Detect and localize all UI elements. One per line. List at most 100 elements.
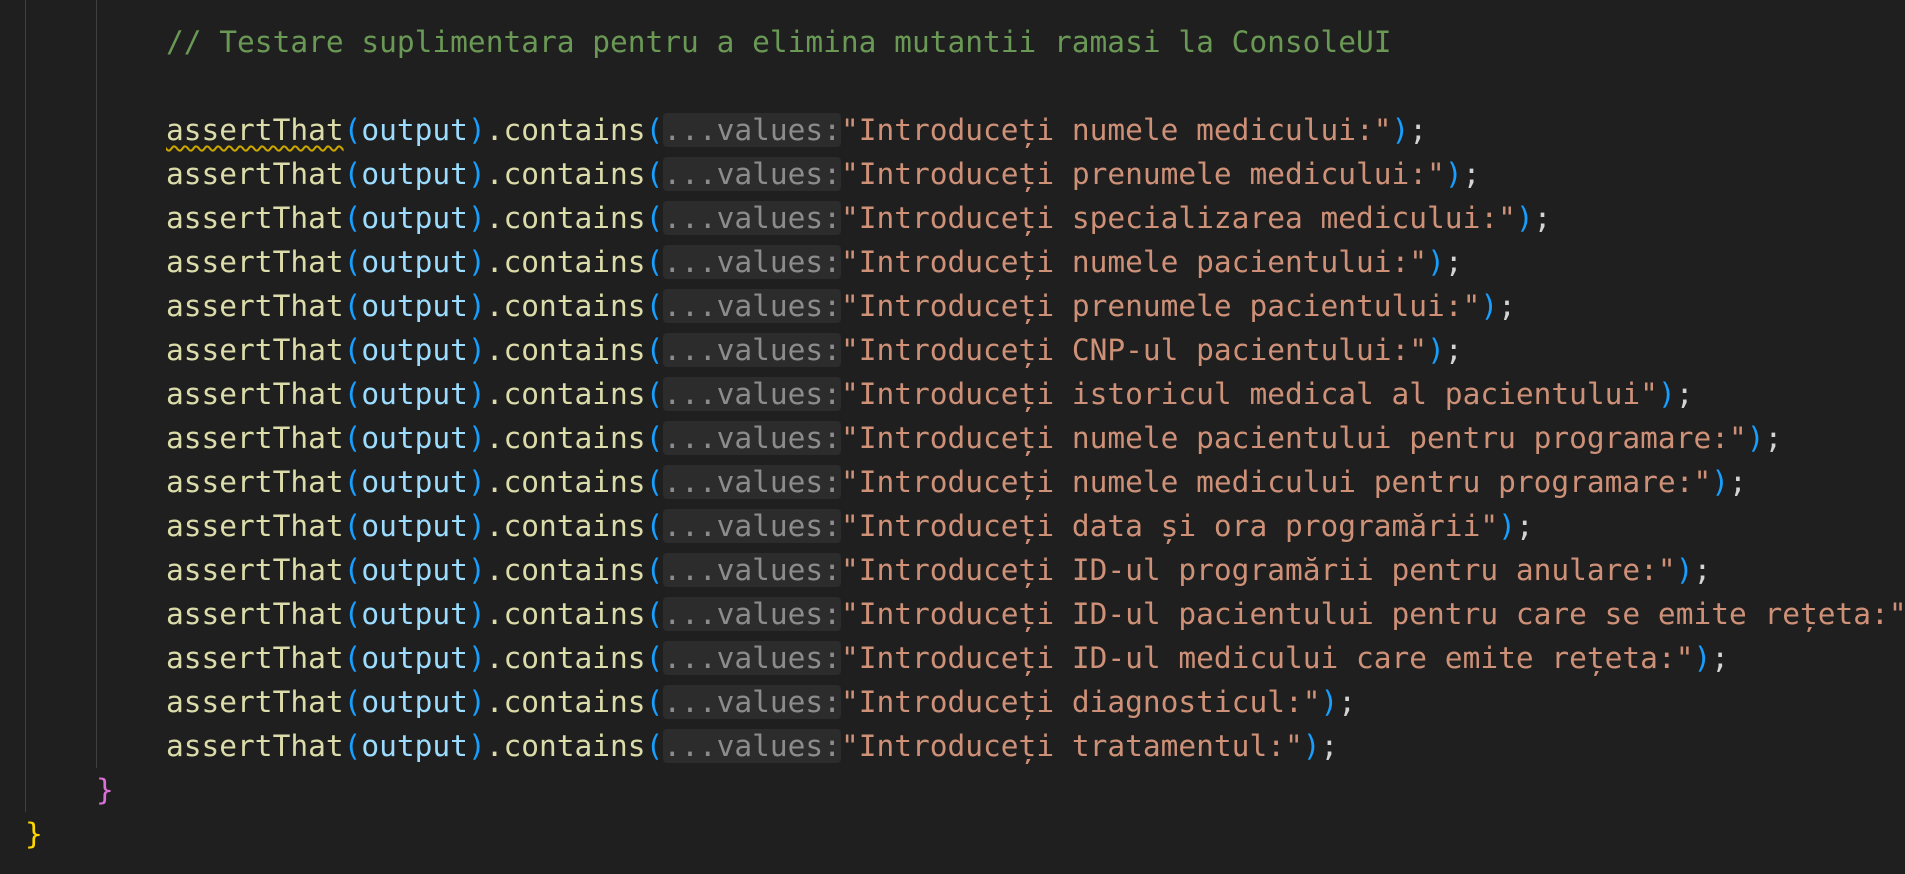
assert-function-name: assertThat <box>166 157 344 191</box>
inlay-parameter-hint: ...values: <box>663 421 841 455</box>
output-variable: output <box>361 729 468 763</box>
open-paren: ( <box>645 201 664 235</box>
contains-method: .contains <box>485 729 646 763</box>
open-paren: ( <box>343 597 362 631</box>
code-line-assert: assertThat(output).contains(...values:"I… <box>166 504 1534 548</box>
open-paren: ( <box>343 377 362 411</box>
code-line-assert: assertThat(output).contains(...values:"I… <box>166 328 1463 372</box>
inlay-parameter-hint: ...values: <box>663 157 841 191</box>
code-line-assert: assertThat(output).contains(...values:"I… <box>166 548 1711 592</box>
semicolon: ; <box>1728 465 1747 499</box>
closing-brace-class: } <box>25 817 43 851</box>
semicolon: ; <box>1320 729 1339 763</box>
close-paren: ) <box>467 289 486 323</box>
assert-function-name: assertThat <box>166 553 344 587</box>
output-variable: output <box>361 641 468 675</box>
open-paren: ( <box>343 641 362 675</box>
close-paren: ) <box>1320 685 1339 719</box>
semicolon: ; <box>1338 685 1357 719</box>
inlay-parameter-hint: ...values: <box>663 597 841 631</box>
inlay-parameter-hint: ...values: <box>663 113 841 147</box>
semicolon: ; <box>1693 553 1712 587</box>
inlay-parameter-hint: ...values: <box>663 553 841 587</box>
open-paren: ( <box>645 509 664 543</box>
assert-function-name: assertThat <box>166 597 344 631</box>
open-paren: ( <box>645 157 664 191</box>
code-editor[interactable]: // Testare suplimentara pentru a elimina… <box>0 0 1905 874</box>
inlay-parameter-hint: ...values: <box>663 289 841 323</box>
contains-method: .contains <box>485 509 646 543</box>
inlay-parameter-hint: ...values: <box>663 685 841 719</box>
open-paren: ( <box>343 421 362 455</box>
open-paren: ( <box>645 641 664 675</box>
close-paren: ) <box>467 421 486 455</box>
contains-method: .contains <box>485 685 646 719</box>
close-paren: ) <box>1693 641 1712 675</box>
assert-function-name: assertThat <box>166 641 344 675</box>
output-variable: output <box>361 421 468 455</box>
inlay-parameter-hint: ...values: <box>663 377 841 411</box>
open-paren: ( <box>343 465 362 499</box>
open-paren: ( <box>645 377 664 411</box>
code-line-assert: assertThat(output).contains(...values:"I… <box>166 592 1905 636</box>
close-paren: ) <box>1480 289 1499 323</box>
string-literal: "Introduceți data și ora programării" <box>840 509 1499 543</box>
open-paren: ( <box>645 597 664 631</box>
contains-method: .contains <box>485 553 646 587</box>
semicolon: ; <box>1533 201 1552 235</box>
string-literal: "Introduceți prenumele pacientului:" <box>840 289 1481 323</box>
semicolon: ; <box>1764 421 1783 455</box>
open-paren: ( <box>645 685 664 719</box>
open-paren: ( <box>343 509 362 543</box>
close-paren: ) <box>467 201 486 235</box>
indent-guide-outer <box>25 0 26 812</box>
inlay-parameter-hint: ...values: <box>663 465 841 499</box>
open-paren: ( <box>343 289 362 323</box>
close-paren: ) <box>467 333 486 367</box>
string-literal: "Introduceți numele pacientului pentru p… <box>840 421 1747 455</box>
open-paren: ( <box>343 201 362 235</box>
string-literal: "Introduceți specializarea medicului:" <box>840 201 1516 235</box>
close-paren: ) <box>467 157 486 191</box>
string-literal: "Introduceți tratamentul:" <box>840 729 1303 763</box>
close-paren: ) <box>1657 377 1676 411</box>
code-line-assert: assertThat(output).contains(...values:"I… <box>166 460 1747 504</box>
string-literal: "Introduceți CNP-ul pacientului:" <box>840 333 1428 367</box>
string-literal: "Introduceți prenumele medicului:" <box>840 157 1445 191</box>
indent-guide-inner <box>96 0 97 768</box>
close-paren: ) <box>467 729 486 763</box>
code-line-assert: assertThat(output).contains(...values:"I… <box>166 240 1463 284</box>
contains-method: .contains <box>485 201 646 235</box>
open-paren: ( <box>645 421 664 455</box>
close-paren: ) <box>467 685 486 719</box>
code-line-assert: assertThat(output).contains(...values:"I… <box>166 284 1516 328</box>
string-literal: "Introduceți numele pacientului:" <box>840 245 1428 279</box>
contains-method: .contains <box>485 157 646 191</box>
semicolon: ; <box>1498 289 1516 323</box>
output-variable: output <box>361 553 468 587</box>
assert-function-name: assertThat <box>166 245 344 279</box>
output-variable: output <box>361 685 468 719</box>
open-paren: ( <box>343 113 362 147</box>
output-variable: output <box>361 201 468 235</box>
output-variable: output <box>361 113 468 147</box>
contains-method: .contains <box>485 377 646 411</box>
close-paren: ) <box>467 597 486 631</box>
close-paren: ) <box>467 553 486 587</box>
output-variable: output <box>361 157 468 191</box>
contains-method: .contains <box>485 333 646 367</box>
assert-function-name: assertThat <box>166 333 344 367</box>
assert-function-name: assertThat <box>166 201 344 235</box>
close-paren: ) <box>1444 157 1463 191</box>
string-literal: "Introduceți istoricul medical al pacien… <box>840 377 1658 411</box>
contains-method: .contains <box>485 113 646 147</box>
inlay-parameter-hint: ...values: <box>663 729 841 763</box>
output-variable: output <box>361 245 468 279</box>
string-literal: "Introduceți ID-ul medicului care emite … <box>840 641 1694 675</box>
open-paren: ( <box>343 685 362 719</box>
open-paren: ( <box>343 553 362 587</box>
open-paren: ( <box>343 729 362 763</box>
open-paren: ( <box>645 245 664 279</box>
close-paren: ) <box>467 377 486 411</box>
open-paren: ( <box>645 333 664 367</box>
